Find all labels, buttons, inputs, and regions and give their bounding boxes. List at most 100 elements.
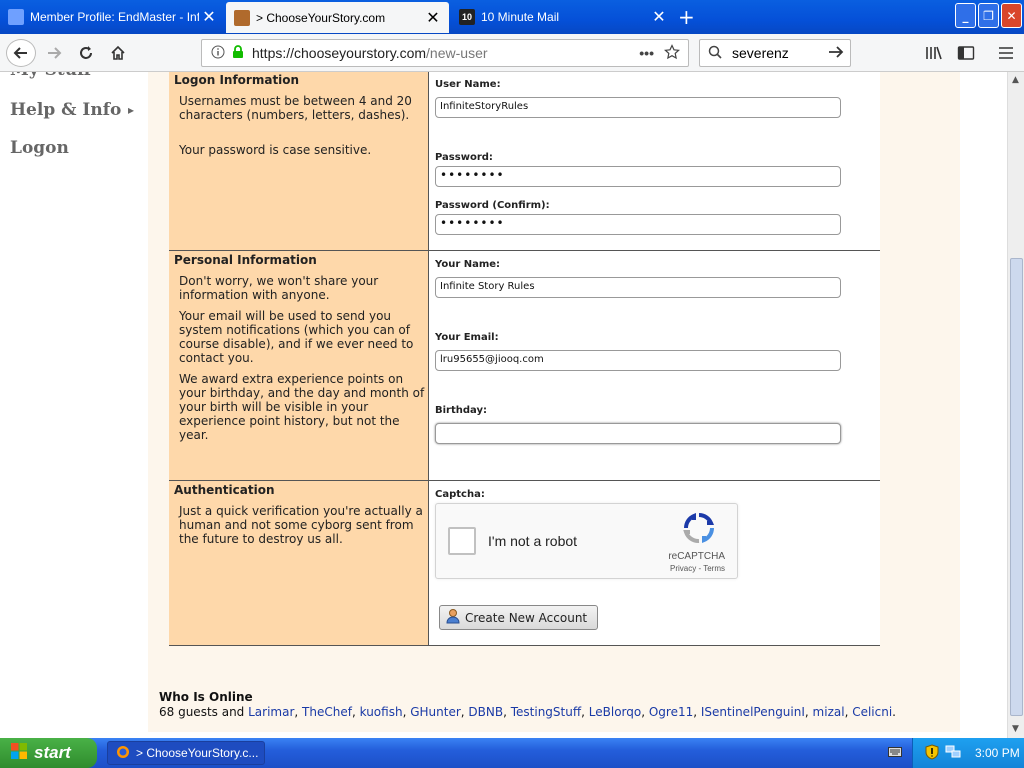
maximize-button[interactable]: ❐	[978, 3, 999, 28]
section-text: We award extra experience points on your…	[179, 372, 425, 442]
scroll-up-arrow-icon[interactable]: ▲	[1012, 75, 1019, 85]
cys-favicon-icon	[234, 9, 250, 26]
tab-member-profile[interactable]: Member Profile: EndMaster - Infin ✕	[0, 3, 225, 31]
recaptcha-privacy-terms[interactable]: Privacy - Terms	[670, 564, 725, 573]
your-email-input[interactable]: lru95655@jiooq.com	[435, 350, 841, 371]
captcha-label: Captcha:	[435, 489, 485, 500]
home-icon[interactable]	[106, 42, 130, 64]
tab-10-minute-mail[interactable]: 10 10 Minute Mail ✕	[451, 3, 675, 31]
online-user-link[interactable]: Celicni	[852, 705, 892, 719]
submenu-arrow-icon: ▸	[128, 103, 135, 117]
library-icon[interactable]	[922, 42, 946, 64]
user-add-icon	[446, 608, 460, 627]
lock-icon	[228, 44, 248, 62]
authentication-fields: Captcha: I'm not a robot reCAPTCHA Priva…	[429, 481, 880, 645]
section-text: Your password is case sensitive.	[179, 143, 372, 157]
online-user-link[interactable]: ISentinelPenguinI	[701, 705, 805, 719]
close-tab-icon[interactable]: ✕	[423, 8, 443, 28]
nav-logon[interactable]: Logon	[10, 138, 69, 158]
online-user-link[interactable]: LeBlorqo	[589, 705, 641, 719]
tab-title: 10 Minute Mail	[481, 10, 560, 24]
who-is-online: Who Is Online 68 guests and Larimar, The…	[148, 684, 960, 730]
online-user-link[interactable]: DBNB	[468, 705, 503, 719]
who-is-online-title: Who Is Online	[159, 690, 253, 704]
firefox-icon	[116, 745, 130, 762]
nav-my-stuff[interactable]: My Stuff	[10, 72, 91, 80]
password-label: Password:	[435, 152, 493, 163]
page-actions-icon[interactable]: •••	[639, 45, 654, 61]
nav-help-info[interactable]: Help & Info	[10, 100, 121, 120]
your-name-label: Your Name:	[435, 259, 501, 270]
reload-icon[interactable]	[74, 42, 98, 64]
close-tab-icon[interactable]: ✕	[199, 7, 219, 27]
online-user-link[interactable]: Ogre11	[649, 705, 693, 719]
create-new-account-button[interactable]: Create New Account	[439, 605, 598, 630]
section-title: Logon Information	[174, 73, 300, 87]
recaptcha-logo-icon	[683, 512, 715, 547]
logon-description: Logon Information Usernames must be betw…	[169, 72, 429, 250]
birthday-label: Birthday:	[435, 405, 487, 416]
tab-title: > ChooseYourStory.com	[256, 10, 386, 25]
forward-arrow-icon[interactable]	[42, 42, 66, 64]
search-input[interactable]: severenz	[732, 45, 789, 61]
scroll-thumb[interactable]	[1010, 258, 1023, 716]
windows-taskbar: start > ChooseYourStory.c... 3:00 PM	[0, 738, 1024, 768]
online-user-link[interactable]: mizal	[813, 705, 845, 719]
create-new-account-label: Create New Account	[465, 610, 588, 625]
infinite-story-favicon-icon	[8, 9, 24, 25]
close-tab-icon[interactable]: ✕	[649, 7, 669, 27]
keyboard-icon[interactable]	[888, 746, 902, 761]
logon-fields: User Name: InfiniteStoryRules Password: …	[429, 72, 880, 250]
birthday-input[interactable]	[435, 423, 841, 444]
online-user-link[interactable]: Larimar	[248, 705, 294, 719]
guest-count: 68 guests and	[159, 705, 249, 719]
online-user-link[interactable]: kuofish	[360, 705, 403, 719]
password-confirm-input[interactable]: ••••••••	[435, 214, 841, 235]
bookmark-star-icon[interactable]	[664, 43, 680, 63]
search-go-arrow-icon[interactable]	[828, 45, 844, 62]
info-icon[interactable]	[208, 45, 228, 62]
security-shield-icon[interactable]	[925, 743, 939, 763]
browser-tab-strip: Member Profile: EndMaster - Infin ✕ > Ch…	[0, 0, 1024, 34]
section-text: Just a quick verification you're actuall…	[179, 504, 423, 546]
your-name-input[interactable]: Infinite Story Rules	[435, 277, 841, 298]
recaptcha-checkbox[interactable]	[448, 527, 476, 555]
tab-title: Member Profile: EndMaster - Infin	[30, 10, 199, 24]
password-input[interactable]: ••••••••	[435, 166, 841, 187]
page-scrollbar[interactable]: ▲ ▼	[1007, 72, 1024, 738]
tab-chooseyourstory[interactable]: > ChooseYourStory.com ✕	[226, 2, 449, 33]
windows-logo-icon	[10, 742, 28, 765]
start-button[interactable]: start	[0, 738, 97, 768]
sidebar-toggle-icon[interactable]	[954, 42, 978, 64]
start-label: start	[34, 743, 71, 762]
section-text: Usernames must be between 4 and 20 chara…	[179, 94, 412, 122]
recaptcha-brand: reCAPTCHA	[668, 551, 725, 562]
new-tab-button[interactable]: +	[678, 5, 695, 29]
minimize-button[interactable]: _	[955, 3, 976, 28]
online-user-link[interactable]: TestingStuff	[511, 705, 581, 719]
hamburger-menu-icon[interactable]	[994, 42, 1018, 64]
page-viewport: My Stuff Help & Info ▸ Logon Logon Infor…	[0, 72, 1007, 738]
search-bar[interactable]: severenz	[699, 39, 851, 67]
clock: 3:00 PM	[975, 746, 1020, 760]
network-icon[interactable]	[945, 745, 961, 762]
online-user-link[interactable]: GHunter	[410, 705, 461, 719]
personal-fields: Your Name: Infinite Story Rules Your Ema…	[429, 251, 880, 480]
navigation-toolbar: https://chooseyourstory.com/new-user •••…	[0, 34, 1024, 72]
system-tray: 3:00 PM	[912, 738, 1024, 768]
scroll-down-arrow-icon[interactable]: ▼	[1012, 724, 1019, 734]
personal-description: Personal Information Don't worry, we won…	[169, 251, 429, 480]
window-close-button[interactable]: ✕	[1001, 3, 1022, 28]
username-input[interactable]: InfiniteStoryRules	[435, 97, 841, 118]
online-user-link[interactable]: TheChef	[302, 705, 352, 719]
address-bar[interactable]: https://chooseyourstory.com/new-user •••	[201, 39, 689, 67]
section-text: Don't worry, we won't share your informa…	[179, 274, 379, 302]
authentication-section: Authentication Just a quick verification…	[169, 481, 880, 646]
back-arrow-icon[interactable]	[6, 39, 36, 67]
recaptcha-label: I'm not a robot	[488, 533, 578, 549]
taskbar-item-label: > ChooseYourStory.c...	[136, 746, 259, 760]
section-text: Your email will be used to send you syst…	[179, 309, 414, 365]
recaptcha-widget: I'm not a robot reCAPTCHA Privacy - Term…	[435, 503, 738, 579]
your-email-label: Your Email:	[435, 332, 499, 343]
taskbar-item-chooseyourstory[interactable]: > ChooseYourStory.c...	[107, 741, 265, 765]
